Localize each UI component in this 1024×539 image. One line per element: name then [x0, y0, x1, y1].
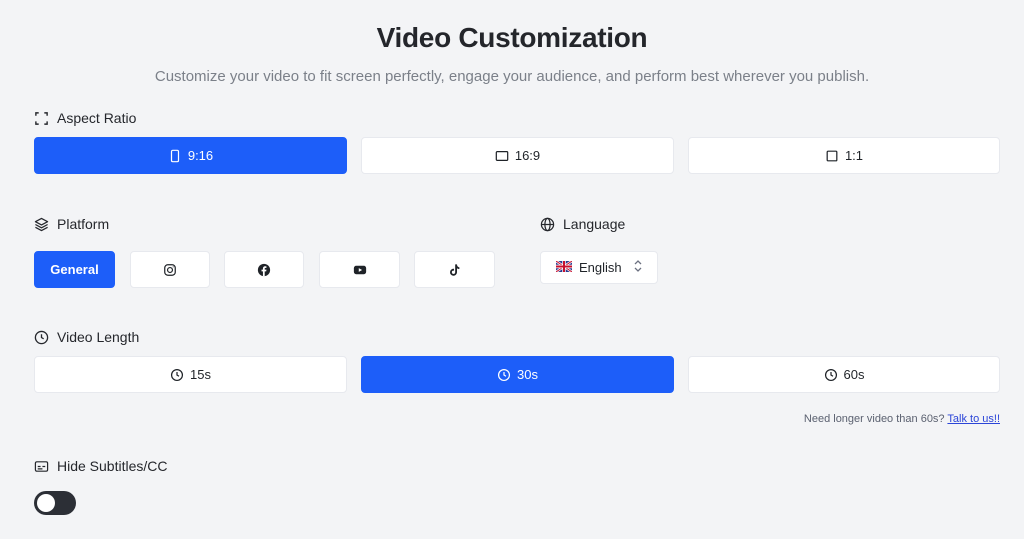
aspect-9-16-button[interactable]: 9:16 — [34, 137, 347, 174]
youtube-icon — [353, 263, 367, 277]
toggle-knob — [37, 494, 55, 512]
video-length-label: Video Length — [57, 329, 140, 345]
chevron-updown-icon — [633, 259, 643, 276]
page-title: Video Customization — [376, 22, 648, 53]
platform-youtube-button[interactable] — [319, 251, 400, 288]
aspect-option-label: 9:16 — [187, 148, 214, 163]
video-length-heading: Video Length — [34, 329, 139, 345]
clock-icon — [497, 368, 511, 382]
instagram-icon — [163, 263, 177, 277]
uk-flag-icon — [555, 260, 573, 275]
platform-instagram-button[interactable] — [130, 251, 210, 288]
layers-icon — [34, 217, 49, 232]
subtitles-label: Hide Subtitles/CC — [57, 458, 168, 474]
platform-option-label: General — [50, 262, 99, 277]
tiktok-icon — [448, 263, 462, 277]
clock-icon — [824, 368, 838, 382]
clock-icon — [170, 368, 184, 382]
length-option-label: 60s — [843, 367, 865, 382]
language-heading: Language — [540, 216, 625, 232]
length-15s-button[interactable]: 15s — [34, 356, 347, 393]
landscape-rect-icon — [495, 149, 509, 163]
expand-corners-icon — [34, 111, 49, 126]
longer-video-note: Need longer video than 60s? Talk to us!! — [804, 413, 1000, 425]
aspect-16-9-button[interactable]: 16:9 — [361, 137, 674, 174]
subtitles-heading: Hide Subtitles/CC — [34, 458, 168, 474]
portrait-rect-icon — [168, 149, 182, 163]
language-select[interactable]: English — [540, 251, 658, 284]
globe-icon — [540, 217, 555, 232]
aspect-option-label: 16:9 — [514, 148, 541, 163]
platform-facebook-button[interactable] — [224, 251, 304, 288]
hide-subtitles-toggle[interactable] — [34, 491, 76, 515]
length-30s-button[interactable]: 30s — [361, 356, 674, 393]
aspect-1-1-button[interactable]: 1:1 — [688, 137, 1000, 174]
subtitles-icon — [34, 459, 49, 474]
clock-icon — [34, 330, 49, 345]
longer-video-note-text: Need longer video than 60s? — [803, 413, 945, 425]
aspect-ratio-heading: Aspect Ratio — [34, 110, 136, 126]
talk-to-us-link[interactable]: Talk to us!! — [947, 413, 1000, 425]
square-icon — [825, 149, 839, 163]
language-selected-value: English — [579, 260, 622, 275]
platform-general-button[interactable]: General — [34, 251, 115, 288]
length-60s-button[interactable]: 60s — [688, 356, 1000, 393]
length-option-label: 15s — [190, 367, 211, 382]
aspect-ratio-label: Aspect Ratio — [57, 110, 137, 126]
length-option-label: 30s — [517, 367, 538, 382]
platform-heading: Platform — [34, 216, 109, 232]
aspect-option-label: 1:1 — [844, 148, 864, 163]
platform-label: Platform — [57, 216, 110, 232]
platform-tiktok-button[interactable] — [414, 251, 495, 288]
language-label: Language — [563, 216, 626, 232]
facebook-icon — [257, 263, 271, 277]
page-subtitle: Customize your video to fit screen perfe… — [154, 68, 870, 85]
